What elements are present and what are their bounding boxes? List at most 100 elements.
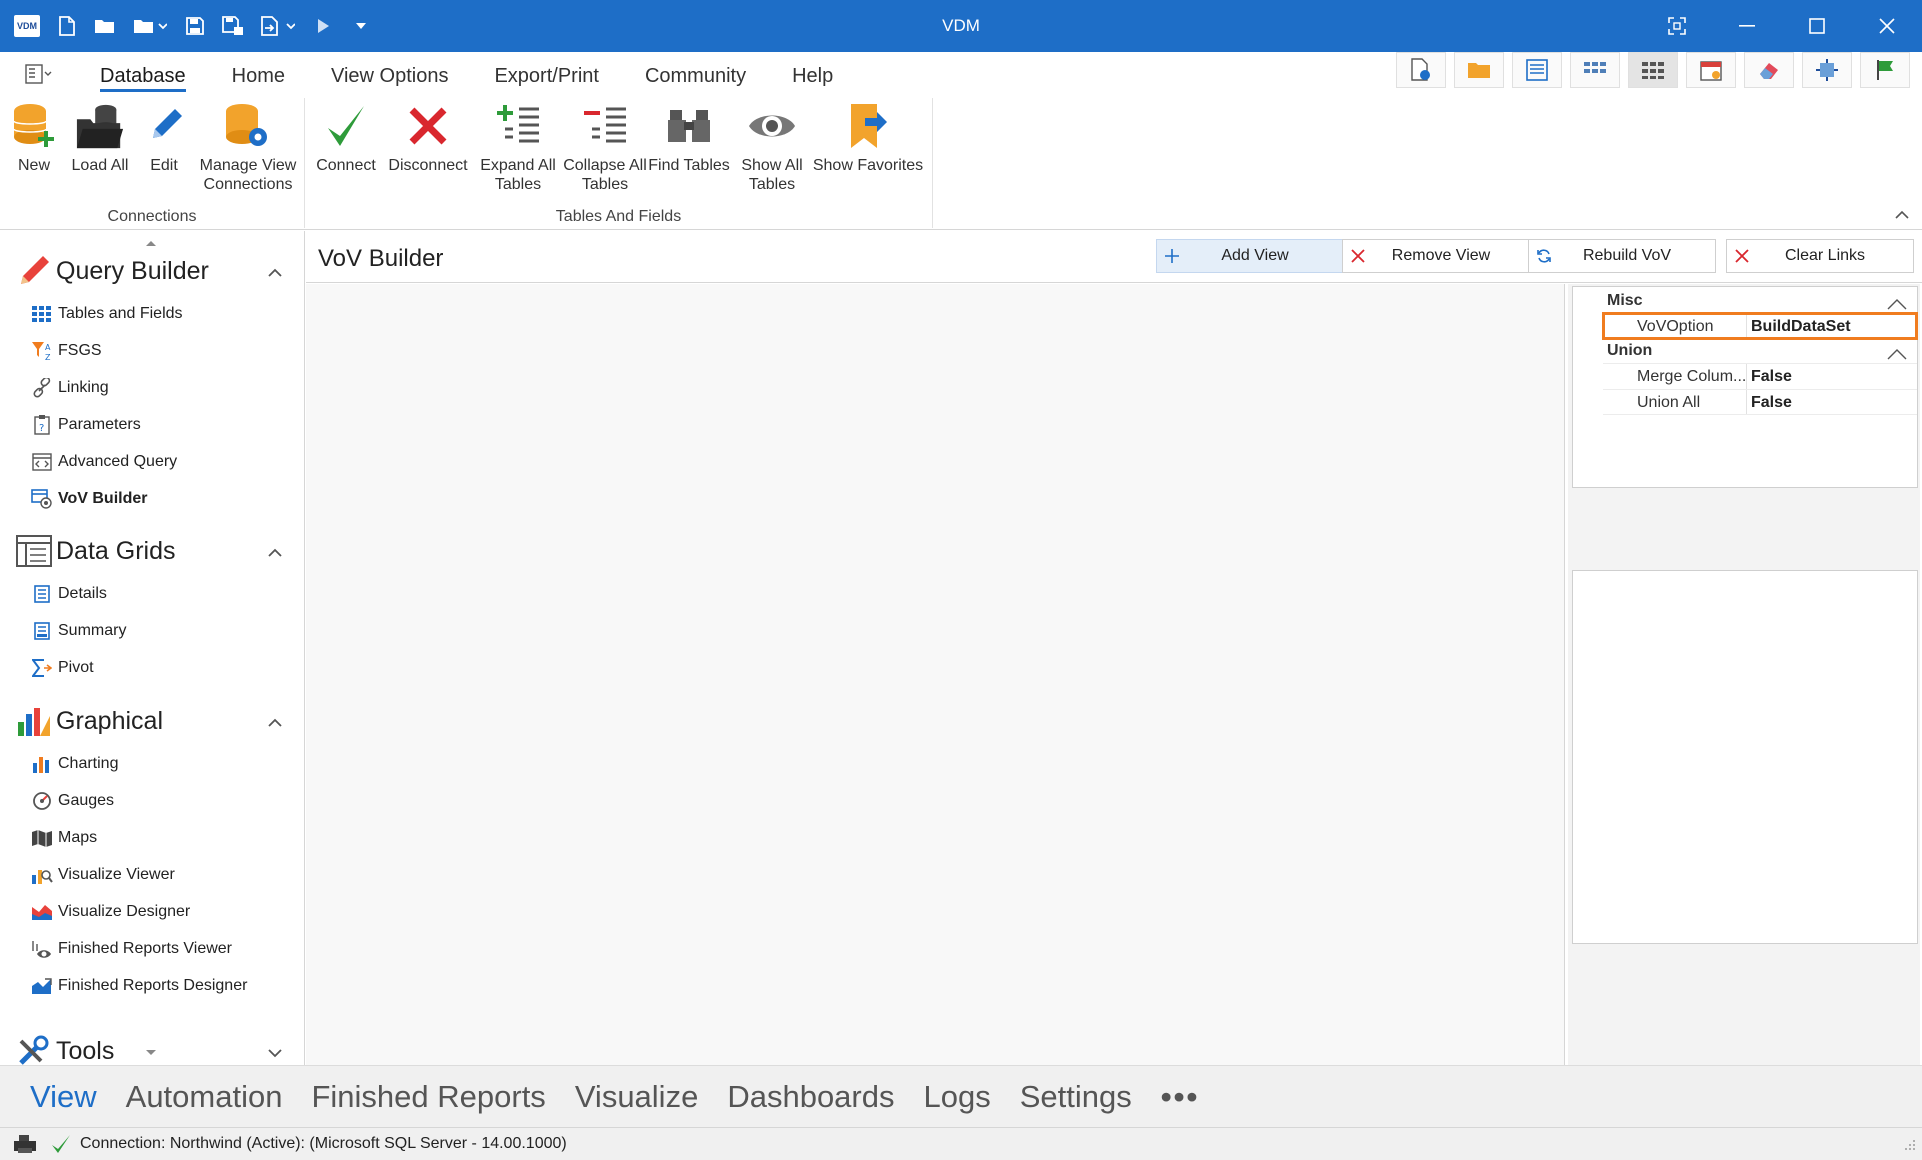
property-category-union[interactable]: Union bbox=[1573, 339, 1917, 363]
nav-item-gauges[interactable]: Gauges bbox=[0, 782, 304, 819]
chevron-up-icon[interactable] bbox=[1887, 294, 1907, 310]
chevron-down-icon[interactable] bbox=[267, 1045, 283, 1058]
nav-item-parameters[interactable]: ? Parameters bbox=[0, 406, 304, 443]
minimize-button[interactable] bbox=[1712, 0, 1782, 52]
eraser-icon[interactable] bbox=[1744, 52, 1794, 88]
calendar-icon[interactable] bbox=[1686, 52, 1736, 88]
database-printer-icon[interactable] bbox=[12, 1132, 38, 1156]
nav-item-vov-builder[interactable]: VoV Builder bbox=[0, 480, 304, 517]
tab-help[interactable]: Help bbox=[769, 60, 856, 96]
pivot-icon bbox=[30, 657, 54, 679]
ribbon-quick-tools bbox=[1396, 52, 1910, 88]
bottom-nav-settings[interactable]: Settings bbox=[1020, 1079, 1132, 1115]
bottom-nav-logs[interactable]: Logs bbox=[923, 1079, 990, 1115]
maximize-button[interactable] bbox=[1782, 0, 1852, 52]
find-tables-button[interactable]: Find Tables bbox=[641, 98, 737, 175]
nav-item-linking[interactable]: Linking bbox=[0, 369, 304, 406]
bottom-nav-more-button[interactable]: ••• bbox=[1161, 1079, 1200, 1115]
nav-item-summary[interactable]: Summary bbox=[0, 612, 304, 649]
remove-view-button[interactable]: Remove View bbox=[1342, 239, 1530, 273]
nav-item-fsgs[interactable]: AZ FSGS bbox=[0, 332, 304, 369]
details-icon bbox=[30, 583, 54, 605]
data-grids-header[interactable]: Data Grids bbox=[0, 529, 304, 573]
favorites-icon bbox=[843, 98, 893, 154]
collapse-ribbon-icon[interactable] bbox=[1894, 207, 1910, 221]
manage-view-connections-button[interactable]: Manage View Connections bbox=[196, 98, 300, 194]
nav-item-visualize-designer[interactable]: Visualize Designer bbox=[0, 893, 304, 930]
show-all-tables-button[interactable]: Show All Tables bbox=[733, 98, 811, 194]
export-icon[interactable] bbox=[260, 15, 296, 37]
new-file-icon[interactable] bbox=[56, 15, 78, 37]
disconnect-button[interactable]: Disconnect bbox=[383, 98, 473, 175]
bottom-nav-finished-reports[interactable]: Finished Reports bbox=[311, 1079, 545, 1115]
folder-icon[interactable] bbox=[1454, 52, 1504, 88]
open-recent-icon[interactable] bbox=[132, 15, 168, 37]
bottom-nav-view[interactable]: View bbox=[30, 1079, 97, 1115]
property-value-union-all[interactable]: False bbox=[1747, 390, 1917, 414]
show-favorites-button[interactable]: Show Favorites bbox=[811, 98, 925, 175]
bottom-nav-visualize[interactable]: Visualize bbox=[575, 1079, 699, 1115]
save-icon[interactable] bbox=[184, 15, 206, 37]
nav-item-visualize-viewer[interactable]: Visualize Viewer bbox=[0, 856, 304, 893]
nav-item-details[interactable]: Details bbox=[0, 575, 304, 612]
tab-view-options[interactable]: View Options bbox=[308, 60, 471, 96]
nav-item-tables-and-fields[interactable]: Tables and Fields bbox=[0, 295, 304, 332]
vov-canvas[interactable] bbox=[306, 284, 1565, 1065]
resize-grip-icon[interactable] bbox=[1904, 1138, 1916, 1156]
close-button[interactable] bbox=[1852, 0, 1922, 52]
bottom-nav-automation[interactable]: Automation bbox=[126, 1079, 283, 1115]
app-logo[interactable]: VDM bbox=[14, 15, 40, 37]
bottom-nav-dashboards[interactable]: Dashboards bbox=[727, 1079, 894, 1115]
tab-export-print[interactable]: Export/Print bbox=[471, 60, 621, 96]
chevron-up-icon[interactable] bbox=[1887, 344, 1907, 360]
customize-icon[interactable] bbox=[350, 15, 372, 37]
collapse-list-icon bbox=[580, 98, 630, 154]
connect-button[interactable]: Connect bbox=[313, 98, 379, 175]
new-connection-button[interactable]: New bbox=[6, 98, 62, 175]
tab-home[interactable]: Home bbox=[209, 60, 308, 96]
nav-item-finished-reports-viewer[interactable]: Finished Reports Viewer bbox=[0, 930, 304, 967]
property-category-misc[interactable]: Misc bbox=[1573, 289, 1917, 313]
details-view-icon[interactable] bbox=[1512, 52, 1562, 88]
property-row-merge-columns[interactable]: Merge Colum... False bbox=[1603, 363, 1917, 389]
chevron-up-icon[interactable] bbox=[267, 545, 283, 557]
chevron-up-icon[interactable] bbox=[267, 715, 283, 727]
tab-community[interactable]: Community bbox=[622, 60, 769, 96]
open-folder-icon[interactable] bbox=[94, 15, 116, 37]
new-view-icon[interactable] bbox=[1396, 52, 1446, 88]
fit-to-screen-icon[interactable] bbox=[1802, 52, 1852, 88]
save-all-icon[interactable] bbox=[222, 15, 244, 37]
connections-group: New Load All Edit Manage View Connection… bbox=[0, 98, 305, 228]
finished-reports-viewer-icon bbox=[30, 938, 54, 960]
chevron-up-icon[interactable] bbox=[267, 265, 283, 277]
nav-item-finished-reports-designer[interactable]: Finished Reports Designer bbox=[0, 967, 304, 1004]
property-value-merge-columns[interactable]: False bbox=[1747, 364, 1917, 389]
nav-item-charting[interactable]: Charting bbox=[0, 745, 304, 782]
property-row-union-all[interactable]: Union All False bbox=[1603, 389, 1917, 415]
summary-view-icon[interactable] bbox=[1570, 52, 1620, 88]
add-view-button[interactable]: Add View bbox=[1156, 239, 1344, 273]
tab-database[interactable]: Database bbox=[100, 60, 209, 96]
nav-item-pivot[interactable]: Pivot bbox=[0, 649, 304, 686]
scroll-down-icon[interactable] bbox=[145, 1043, 157, 1061]
clear-links-button[interactable]: Clear Links bbox=[1726, 239, 1914, 273]
edit-connection-button[interactable]: Edit bbox=[138, 98, 190, 175]
run-icon[interactable] bbox=[312, 15, 334, 37]
expand-all-tables-button[interactable]: Expand All Tables bbox=[473, 98, 563, 194]
close-icon bbox=[1727, 240, 1757, 272]
load-all-button[interactable]: Load All bbox=[68, 98, 132, 175]
app-menu-button[interactable] bbox=[22, 60, 56, 88]
grid-view-icon[interactable] bbox=[1628, 52, 1678, 88]
property-row-vovoption[interactable]: VoVOption BuildDataSet bbox=[1602, 312, 1918, 340]
query-builder-section: Query Builder Tables and Fields AZ FSGS … bbox=[0, 249, 304, 517]
nav-item-maps[interactable]: Maps bbox=[0, 819, 304, 856]
window-controls bbox=[1642, 0, 1922, 52]
nav-item-advanced-query[interactable]: Advanced Query bbox=[0, 443, 304, 480]
property-value-vovoption[interactable]: BuildDataSet bbox=[1747, 314, 1917, 339]
graphical-header[interactable]: Graphical bbox=[0, 699, 304, 743]
rebuild-vov-button[interactable]: Rebuild VoV bbox=[1528, 239, 1716, 273]
query-builder-header[interactable]: Query Builder bbox=[0, 249, 304, 293]
flag-icon[interactable] bbox=[1860, 52, 1910, 88]
collapse-all-tables-button[interactable]: Collapse All Tables bbox=[559, 98, 651, 194]
focus-mode-button[interactable] bbox=[1642, 0, 1712, 52]
